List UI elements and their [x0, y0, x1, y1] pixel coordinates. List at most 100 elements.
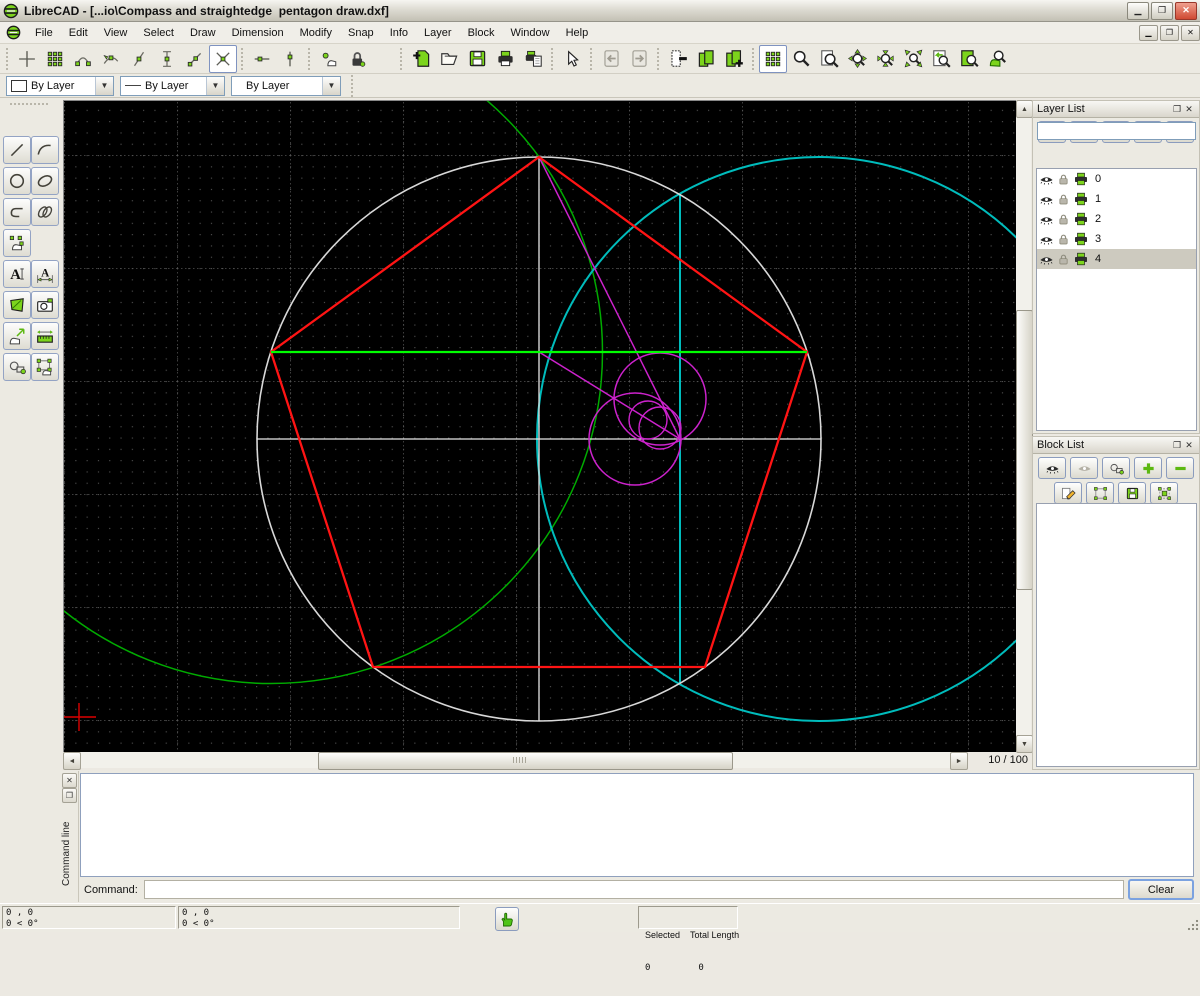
mdi-restore-button[interactable]: ❐ — [1160, 25, 1179, 41]
layer-name[interactable]: 2 — [1095, 213, 1101, 225]
close-panel-icon[interactable]: ✕ — [62, 773, 77, 788]
snap-endpoints-button[interactable] — [69, 45, 97, 73]
clear-button[interactable]: Clear — [1128, 879, 1194, 900]
snap-middle-button[interactable] — [153, 45, 181, 73]
snap-intersection-button[interactable] — [209, 45, 237, 73]
horizontal-scrollbar[interactable]: ◄ ► — [63, 752, 966, 768]
menu-view[interactable]: View — [96, 24, 136, 42]
spline-tool-button[interactable] — [31, 198, 59, 226]
toolbar-grip[interactable] — [751, 48, 756, 70]
open-drawing-button[interactable] — [435, 45, 463, 73]
layer-row-0[interactable]: 0 — [1037, 169, 1196, 189]
zoom-decrease-button[interactable] — [871, 45, 899, 73]
layer-lock-icon[interactable] — [1057, 253, 1070, 266]
menu-file[interactable]: File — [27, 24, 61, 42]
close-panel-icon[interactable]: ✕ — [1183, 104, 1195, 115]
polyline-tool-button[interactable] — [3, 198, 31, 226]
float-panel-icon[interactable]: ❐ — [62, 788, 77, 803]
remove-block-button[interactable] — [1166, 457, 1194, 479]
block-list-titlebar[interactable]: Block List ❐ ✕ — [1033, 437, 1199, 454]
resize-grip[interactable] — [1187, 919, 1199, 931]
points-tool-button[interactable] — [3, 229, 31, 257]
zoom-pan-button[interactable] — [983, 45, 1011, 73]
linetype-combobox[interactable]: By Layer ▼ — [120, 76, 225, 96]
drawing-canvas[interactable] — [63, 100, 1016, 752]
new-window-button[interactable] — [720, 45, 748, 73]
command-history-area[interactable] — [80, 773, 1194, 877]
layer-visible-icon[interactable] — [1039, 172, 1054, 187]
snap-hand-button[interactable] — [495, 907, 519, 931]
color-combobox[interactable]: By Layer ▼ — [6, 76, 114, 96]
command-dock-handle[interactable]: ✕ ❐ Command line — [60, 771, 79, 902]
layer-print-icon[interactable] — [1073, 171, 1089, 187]
block-list[interactable] — [1036, 503, 1197, 767]
toolbar-grip[interactable] — [5, 48, 10, 70]
insert-block-button[interactable] — [1086, 482, 1114, 504]
new-drawing-button[interactable] — [407, 45, 435, 73]
line-tool-button[interactable] — [3, 136, 31, 164]
layer-visible-icon[interactable] — [1039, 212, 1054, 227]
menu-dimension[interactable]: Dimension — [224, 24, 292, 42]
menu-modify[interactable]: Modify — [292, 24, 340, 42]
chevron-down-icon[interactable]: ▼ — [322, 77, 340, 95]
layer-row-2[interactable]: 2 — [1037, 209, 1196, 229]
layer-name[interactable]: 3 — [1095, 233, 1101, 245]
dimension-tool-button[interactable] — [31, 260, 59, 288]
print-button[interactable] — [491, 45, 519, 73]
layer-row-4-selected[interactable]: 4 — [1037, 249, 1196, 269]
select-tool-button[interactable] — [3, 322, 31, 350]
show-all-blocks-button[interactable] — [1038, 457, 1066, 479]
edit-block-button[interactable] — [1054, 482, 1082, 504]
snap-grid-button[interactable] — [41, 45, 69, 73]
select-block-button[interactable] — [1150, 482, 1178, 504]
set-relative-zero-button[interactable] — [315, 45, 343, 73]
menu-layer[interactable]: Layer — [416, 24, 460, 42]
restrict-vertical-button[interactable] — [276, 45, 304, 73]
zoom-in-button[interactable] — [787, 45, 815, 73]
previous-view-button[interactable] — [927, 45, 955, 73]
measure-tool-button[interactable] — [31, 322, 59, 350]
mdi-minimize-button[interactable]: ▁ — [1139, 25, 1158, 41]
palette-grip[interactable] — [10, 103, 50, 107]
snap-distance-button[interactable] — [181, 45, 209, 73]
snap-free-button[interactable] — [13, 45, 41, 73]
chevron-down-icon[interactable]: ▼ — [206, 77, 224, 95]
float-panel-icon[interactable]: ❐ — [1171, 440, 1183, 451]
arc-tool-button[interactable] — [31, 136, 59, 164]
layer-print-icon[interactable] — [1073, 231, 1089, 247]
circle-tool-button[interactable] — [3, 167, 31, 195]
lock-relative-zero-button[interactable] — [343, 45, 371, 73]
layer-row-3[interactable]: 3 — [1037, 229, 1196, 249]
layer-lock-icon[interactable] — [1057, 233, 1070, 246]
menu-snap[interactable]: Snap — [340, 24, 382, 42]
close-drawing-button[interactable] — [664, 45, 692, 73]
layer-name[interactable]: 0 — [1095, 173, 1101, 185]
layer-filter-input[interactable] — [1037, 122, 1196, 140]
hide-all-blocks-button[interactable] — [1070, 457, 1098, 479]
menu-block[interactable]: Block — [460, 24, 503, 42]
menu-help[interactable]: Help — [558, 24, 597, 42]
image-tool-button[interactable] — [31, 291, 59, 319]
command-input[interactable] — [144, 880, 1124, 899]
menu-info[interactable]: Info — [382, 24, 416, 42]
layer-row-1[interactable]: 1 — [1037, 189, 1196, 209]
undo-button[interactable] — [597, 45, 625, 73]
layer-print-icon[interactable] — [1073, 211, 1089, 227]
layer-name[interactable]: 1 — [1095, 193, 1101, 205]
scroll-down-button[interactable]: ▼ — [1016, 735, 1033, 753]
toolbar-grip[interactable] — [399, 48, 404, 70]
zoom-page-button[interactable] — [815, 45, 843, 73]
menu-draw[interactable]: Draw — [182, 24, 224, 42]
save-drawing-button[interactable] — [463, 45, 491, 73]
chevron-down-icon[interactable]: ▼ — [95, 77, 113, 95]
add-block-button[interactable] — [1134, 457, 1162, 479]
layer-print-icon[interactable] — [1073, 251, 1089, 267]
scroll-left-button[interactable]: ◄ — [63, 752, 81, 770]
text-tool-button[interactable] — [3, 260, 31, 288]
close-button[interactable]: ✕ — [1175, 2, 1197, 20]
edit-block-tool-button[interactable] — [31, 353, 59, 381]
redo-button[interactable] — [625, 45, 653, 73]
maximize-button[interactable]: ❐ — [1151, 2, 1173, 20]
vertical-scroll-thumb[interactable] — [1016, 310, 1033, 590]
mdi-close-button[interactable]: ✕ — [1181, 25, 1200, 41]
